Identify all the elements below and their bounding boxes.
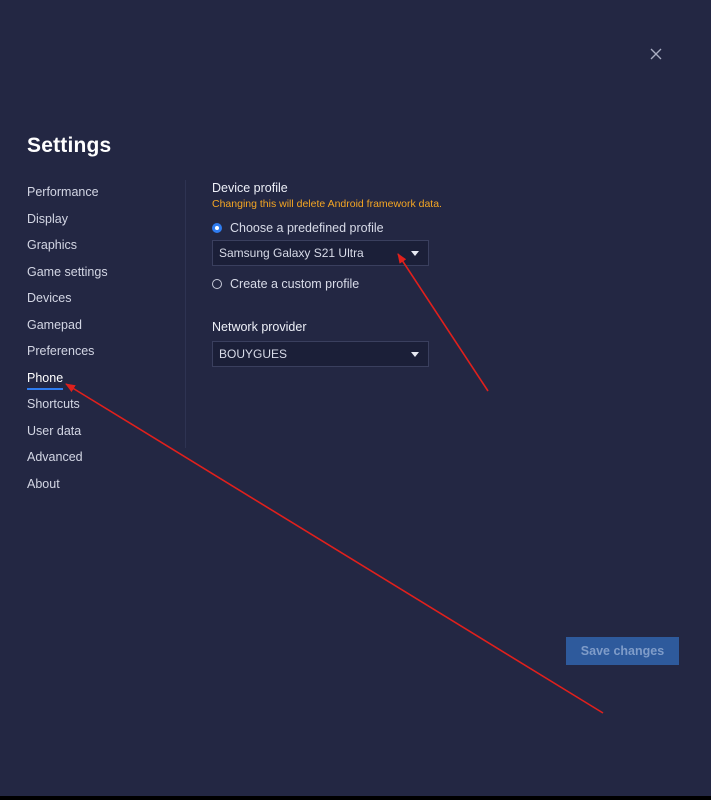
sidebar-item-about[interactable]: About xyxy=(27,474,177,501)
sidebar-item-preferences[interactable]: Preferences xyxy=(27,341,177,368)
sidebar-item-label: Display xyxy=(27,211,68,226)
sidebar-item-user-data[interactable]: User data xyxy=(27,421,177,448)
sidebar-divider xyxy=(185,180,186,448)
device-profile-heading: Device profile xyxy=(212,181,288,195)
custom-profile-radio[interactable] xyxy=(212,279,222,289)
sidebar-item-label: Phone xyxy=(27,368,64,390)
caret-down-icon xyxy=(411,352,419,357)
sidebar-item-label: Shortcuts xyxy=(27,397,80,411)
device-profile-value: Samsung Galaxy S21 Ultra xyxy=(219,246,364,260)
sidebar-item-phone[interactable]: Phone xyxy=(27,368,177,395)
custom-profile-label: Create a custom profile xyxy=(230,277,360,291)
sidebar-item-label: Graphics xyxy=(27,238,78,252)
caret-down-icon xyxy=(411,251,419,256)
sidebar-item-label: Gamepad xyxy=(27,317,82,332)
sidebar-item-advanced[interactable]: Advanced xyxy=(27,447,177,474)
sidebar-item-devices[interactable]: Devices xyxy=(27,288,177,315)
network-provider-value: BOUYGUES xyxy=(219,347,288,361)
sidebar-item-label: Devices xyxy=(27,291,72,305)
settings-window: Settings Performance Display Graphics Ga… xyxy=(0,0,711,796)
sidebar-item-gamepad[interactable]: Gamepad xyxy=(27,315,177,342)
sidebar-item-shortcuts[interactable]: Shortcuts xyxy=(27,394,177,421)
sidebar-item-graphics[interactable]: Graphics xyxy=(27,235,177,262)
sidebar-item-display[interactable]: Display xyxy=(27,209,177,236)
device-profile-select[interactable]: Samsung Galaxy S21 Ultra xyxy=(212,240,429,266)
sidebar-item-label: User data xyxy=(27,423,82,438)
predefined-profile-label: Choose a predefined profile xyxy=(230,221,384,235)
device-profile-warning: Changing this will delete Android framew… xyxy=(212,198,442,210)
sidebar-item-label: Game settings xyxy=(27,264,108,279)
predefined-profile-option[interactable]: Choose a predefined profile xyxy=(212,220,384,236)
sidebar-item-label: Advanced xyxy=(27,450,83,464)
custom-profile-option[interactable]: Create a custom profile xyxy=(212,276,359,292)
sidebar-item-label: About xyxy=(27,476,60,491)
save-changes-button[interactable]: Save changes xyxy=(566,637,679,665)
close-icon xyxy=(650,48,662,60)
close-button[interactable] xyxy=(646,44,666,64)
sidebar-item-label: Performance xyxy=(27,185,99,199)
settings-sidebar: Performance Display Graphics Game settin… xyxy=(27,182,177,500)
predefined-profile-radio[interactable] xyxy=(212,223,222,233)
network-provider-heading: Network provider xyxy=(212,320,307,334)
network-provider-select[interactable]: BOUYGUES xyxy=(212,341,429,367)
sidebar-item-performance[interactable]: Performance xyxy=(27,182,177,209)
sidebar-item-game-settings[interactable]: Game settings xyxy=(27,262,177,289)
page-title: Settings xyxy=(27,134,112,157)
sidebar-item-label: Preferences xyxy=(27,344,95,358)
